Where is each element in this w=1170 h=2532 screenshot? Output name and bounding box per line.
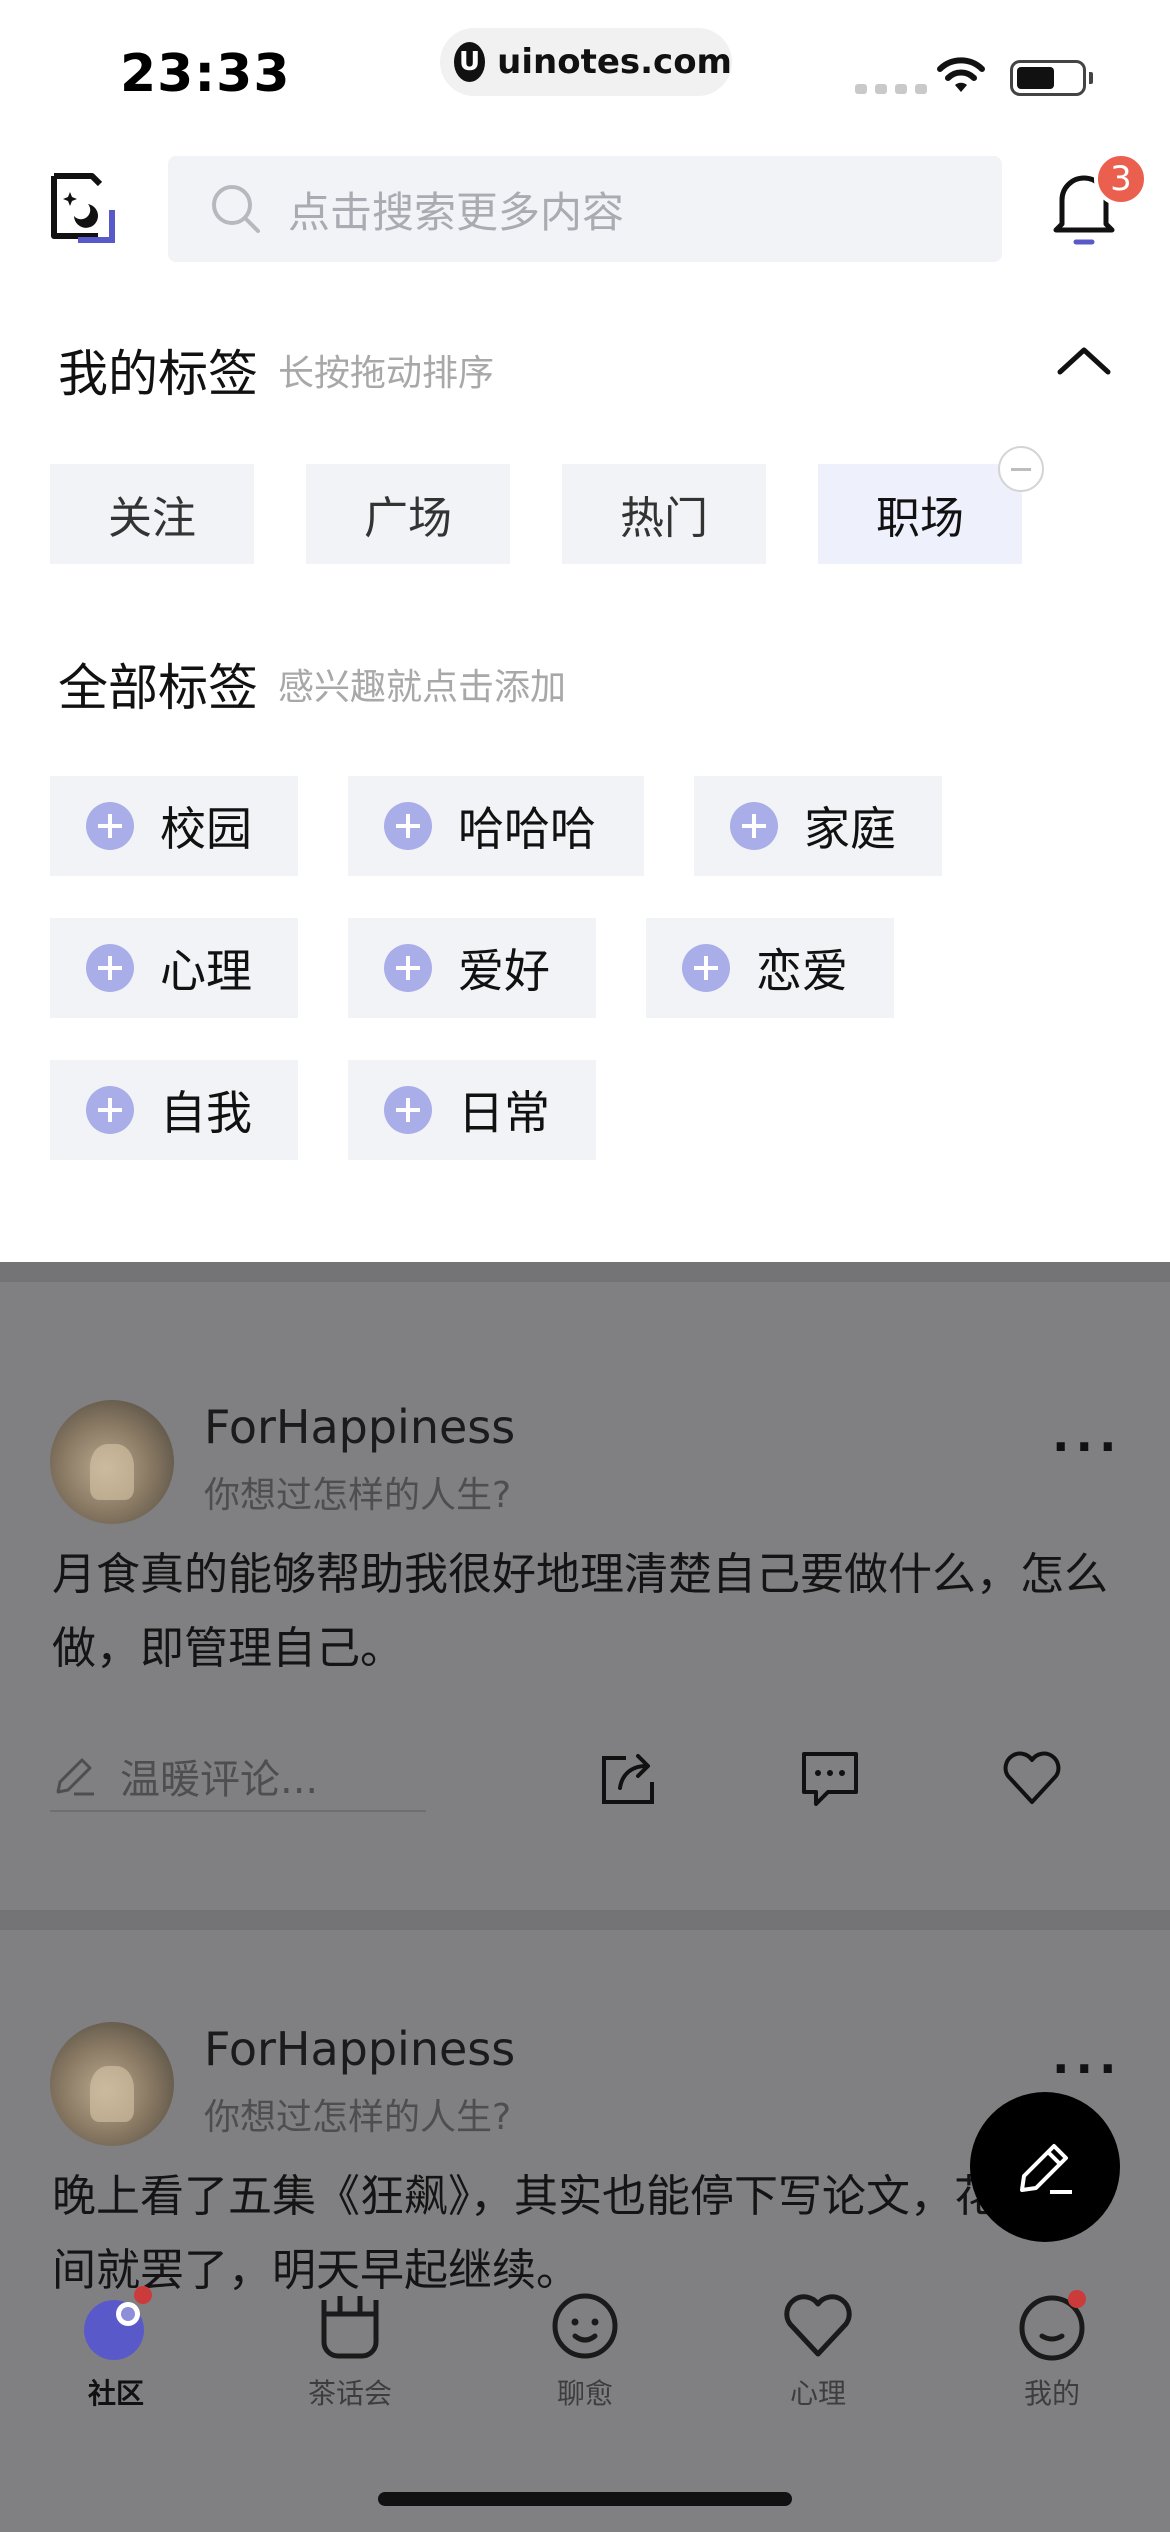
post-text: 月食真的能够帮助我很好地理清楚自己要做什么，怎么做，即管理自己。	[52, 1549, 1108, 1674]
all-tags-subtitle: 感兴趣就点击添加	[278, 667, 567, 708]
comment-icon[interactable]	[798, 1746, 862, 1810]
more-options-icon[interactable]: ...	[1052, 2030, 1122, 2084]
url-pill[interactable]: U uinotes.com	[440, 28, 732, 96]
tag-label: 心理	[160, 944, 252, 998]
tag-label: 日常	[458, 1086, 550, 1140]
plus-icon	[86, 802, 134, 850]
plus-icon	[384, 802, 432, 850]
my-tag-active[interactable]: 职场	[818, 446, 1044, 564]
more-options-icon[interactable]: ...	[1052, 1408, 1122, 1462]
my-tags-title: 我的标签	[58, 345, 258, 403]
tag-label: 家庭	[804, 802, 896, 856]
search-placeholder: 点击搜索更多内容	[288, 187, 625, 237]
post-divider	[0, 1910, 1170, 1930]
community-icon	[76, 2286, 156, 2366]
plus-icon	[86, 1086, 134, 1134]
app-logo-icon[interactable]	[48, 170, 120, 246]
wifi-icon	[937, 57, 985, 92]
cellular-signal-icon	[855, 84, 927, 94]
comment-placeholder: 温暖评论...	[120, 1757, 319, 1803]
status-time: 23:33	[120, 44, 291, 104]
tea-party-icon	[310, 2286, 390, 2366]
tab-label: 茶话会	[307, 2377, 392, 2410]
pencil-icon	[56, 1758, 94, 1796]
all-tags-list: 校园 哈哈哈 家庭 心理 爱好 恋爱 自我 日常	[50, 776, 1130, 1202]
tag-label: 校园	[160, 802, 252, 856]
add-tag-button[interactable]: 爱好	[348, 918, 596, 1018]
tag-label: 爱好	[458, 944, 550, 998]
my-tag[interactable]: 广场	[306, 464, 510, 564]
tab-notification-dot	[1068, 2290, 1086, 2308]
post-username[interactable]: ForHappiness	[204, 2022, 515, 2076]
like-heart-icon[interactable]	[1000, 1746, 1064, 1810]
search-input[interactable]: 点击搜索更多内容	[168, 156, 1002, 262]
tab-notification-dot	[134, 2286, 152, 2304]
plus-icon	[86, 944, 134, 992]
my-tag[interactable]: 关注	[50, 464, 254, 564]
chevron-up-icon[interactable]	[1054, 340, 1114, 380]
add-tag-button[interactable]: 自我	[50, 1060, 298, 1160]
plus-icon	[384, 944, 432, 992]
tag-label: 恋爱	[756, 944, 848, 998]
add-tag-button[interactable]: 恋爱	[646, 918, 894, 1018]
my-tag-label: 职场	[876, 493, 964, 544]
add-tag-button[interactable]: 校园	[50, 776, 298, 876]
post-divider	[0, 1262, 1170, 1282]
add-tag-button[interactable]: 家庭	[694, 776, 942, 876]
tag-row: 心理 爱好 恋爱	[50, 918, 1130, 1018]
my-tags-list: 关注 广场 热门 职场	[50, 446, 1044, 564]
tab-chat[interactable]: 聊愈	[505, 2286, 665, 2412]
tag-label: 自我	[160, 1086, 252, 1140]
site-logo-icon: U	[454, 42, 486, 82]
tab-psychology[interactable]: 心理	[738, 2286, 898, 2412]
notification-badge: 3	[1094, 152, 1148, 206]
search-icon	[212, 185, 260, 233]
plus-icon	[384, 1086, 432, 1134]
tag-row: 自我 日常	[50, 1060, 1130, 1160]
add-tag-button[interactable]: 日常	[348, 1060, 596, 1160]
tab-profile[interactable]: 我的	[972, 2286, 1132, 2412]
all-tags-title: 全部标签	[58, 659, 258, 717]
post-username[interactable]: ForHappiness	[204, 1400, 515, 1454]
share-icon[interactable]	[596, 1746, 660, 1810]
tab-community[interactable]: 社区	[36, 2286, 196, 2412]
my-tag[interactable]: 热门	[562, 464, 766, 564]
heart-icon	[778, 2286, 858, 2366]
tab-tea-party[interactable]: 茶话会	[270, 2286, 430, 2412]
chat-smile-icon	[545, 2286, 625, 2366]
tag-row: 校园 哈哈哈 家庭	[50, 776, 1130, 876]
home-indicator[interactable]	[378, 2492, 792, 2506]
status-bar: 23:33 U uinotes.com	[0, 0, 1170, 130]
tab-label: 心理	[789, 2377, 846, 2410]
post-user-subtitle: 你想过怎样的人生?	[204, 1475, 512, 1516]
url-text: uinotes.com	[497, 42, 732, 82]
tag-label: 哈哈哈	[458, 802, 596, 856]
avatar[interactable]	[50, 1400, 174, 1524]
profile-face-icon	[1012, 2286, 1092, 2366]
my-tags-subtitle: 长按拖动排序	[278, 353, 495, 394]
tab-label: 社区	[87, 2377, 144, 2410]
post-user-subtitle: 你想过怎样的人生?	[204, 2097, 512, 2138]
tab-label: 我的	[1023, 2377, 1080, 2410]
comment-input[interactable]: 温暖评论...	[50, 1742, 426, 1812]
plus-icon	[682, 944, 730, 992]
battery-icon	[1010, 60, 1086, 96]
compose-button[interactable]	[970, 2092, 1120, 2242]
battery-cap	[1089, 72, 1093, 84]
add-tag-button[interactable]: 哈哈哈	[348, 776, 644, 876]
plus-icon	[730, 802, 778, 850]
avatar[interactable]	[50, 2022, 174, 2146]
compose-pencil-icon	[1020, 2144, 1072, 2194]
add-tag-button[interactable]: 心理	[50, 918, 298, 1018]
tab-label: 聊愈	[556, 2377, 613, 2410]
remove-tag-icon[interactable]	[998, 446, 1044, 492]
